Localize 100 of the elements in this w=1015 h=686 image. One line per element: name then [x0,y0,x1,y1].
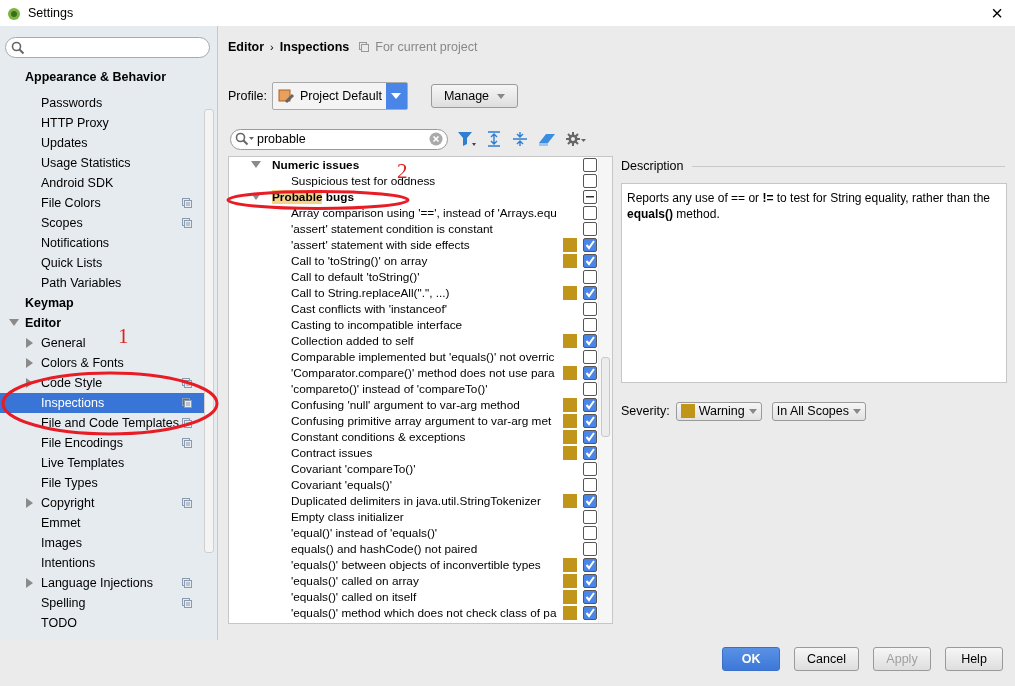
checkbox[interactable] [583,286,597,300]
tree-item[interactable]: General [41,336,86,350]
inspection-label[interactable]: Confusing primitive array argument to var-arg met [291,414,552,428]
checkbox[interactable] [583,366,597,380]
inspection-label[interactable]: Empty class initializer [291,510,404,524]
inspection-label[interactable]: 'equals()' between objects of inconvertible types [291,558,541,572]
scrollbar[interactable] [601,357,610,437]
manage-button[interactable]: Manage [430,84,519,108]
checkbox[interactable] [583,302,597,316]
checkbox[interactable] [583,382,597,396]
inspection-label[interactable]: 'equals()' called on array [291,574,419,588]
tree-item[interactable]: Notifications [41,236,110,250]
inspection-label[interactable]: 'assert' statement with side effects [291,238,470,252]
tree-item[interactable]: Android SDK [41,176,114,190]
tree-item[interactable]: Images [41,536,82,550]
inspection-label[interactable]: Casting to incompatible interface [291,318,463,332]
dialog-button[interactable]: OK [722,647,781,671]
checkbox[interactable] [583,574,597,588]
collapse-all-icon[interactable] [512,131,528,147]
profile-dropdown[interactable]: Project Default [271,82,408,110]
inspection-label[interactable]: Call to 'toString()' on array [291,254,428,268]
inspection-label[interactable]: 'equals()' called on itself [291,590,417,604]
expanded-arrow-icon[interactable] [9,318,19,328]
expand-all-icon[interactable] [486,131,502,147]
inspection-label[interactable]: Call to default 'toString()' [291,270,420,284]
filter-icon[interactable] [458,131,476,147]
inspection-label[interactable]: Array comparison using '==', instead of 'Arrays.equ [291,206,557,220]
scrollbar[interactable] [204,109,214,553]
inspection-label[interactable]: Collection added to self [291,334,414,348]
inspection-label[interactable]: Confusing 'null' argument to var-arg method [291,398,520,412]
close-button[interactable]: × [991,3,1009,23]
tree-item[interactable]: Appearance & Behavior [25,70,167,84]
dialog-button[interactable]: Cancel [794,647,859,671]
inspection-label[interactable]: 'equal()' instead of 'equals()' [291,526,438,540]
checkbox[interactable] [583,270,597,284]
tree-item[interactable]: File Encodings [41,436,123,450]
checkbox[interactable] [583,558,597,572]
tree-item[interactable]: Language Injections [41,576,153,590]
inspection-label[interactable]: 'assert' statement condition is constant [291,222,493,236]
tree-item[interactable]: Passwords [41,96,103,110]
search-field[interactable]: probable [230,128,448,150]
severity-dropdown[interactable]: Warning [675,401,762,421]
tree-item[interactable]: Path Variables [41,276,122,290]
gear-icon[interactable] [566,131,586,147]
inspection-label[interactable]: Duplicated delimiters in java.util.StringTokenizer [291,494,541,508]
tree-item[interactable]: HTTP Proxy [41,116,109,130]
inspection-label[interactable]: 'Comparator.compare()' method does not use para [291,366,555,380]
checkbox[interactable] [583,206,597,220]
inspection-label[interactable]: 'equals()' method which does not check class of pa [291,606,557,620]
inspection-label[interactable]: 'compareto()' instead of 'compareTo()' [291,382,488,396]
collapsed-arrow-icon[interactable] [25,498,35,508]
tree-item[interactable]: Scopes [41,216,83,230]
inspection-label[interactable]: Cast conflicts with 'instanceof' [291,302,447,316]
collapsed-arrow-icon[interactable] [25,578,35,588]
breadcrumb-item[interactable]: Editor [228,40,265,54]
tree-item[interactable]: File Types [41,476,98,490]
checkbox[interactable] [583,222,597,236]
tree-item[interactable]: Spelling [41,596,86,610]
checkbox[interactable] [583,606,597,620]
tree-item[interactable]: Copyright [41,496,95,510]
checkbox[interactable] [583,430,597,444]
inspection-label[interactable]: Covariant 'equals()' [291,478,392,492]
tree-item[interactable]: Keymap [25,296,74,310]
tree-item[interactable]: Quick Lists [41,256,103,270]
tree-item[interactable]: Colors & Fonts [41,356,124,370]
checkbox[interactable] [583,174,597,188]
checkbox[interactable] [583,590,597,604]
checkbox[interactable] [583,350,597,364]
tree-item[interactable]: TODO [41,616,77,630]
dialog-button[interactable]: Help [945,647,1003,671]
tree-item[interactable]: File Colors [41,196,101,210]
group-label[interactable]: Numeric issues [272,158,360,172]
checkbox[interactable] [583,414,597,428]
inspection-label[interactable]: Comparable implemented but 'equals()' not overric [291,350,555,364]
checkbox[interactable] [583,446,597,460]
checkbox[interactable] [583,526,597,540]
tree-item[interactable]: Updates [41,136,88,150]
checkbox[interactable] [583,398,597,412]
checkbox[interactable] [583,478,597,492]
inspection-label[interactable]: Contract issues [291,446,373,460]
tree-item[interactable]: Emmet [41,516,81,530]
tree-item[interactable]: File and Code Templates [41,416,180,430]
inspection-label[interactable]: Covariant 'compareTo()' [291,462,416,476]
expanded-arrow-icon[interactable] [251,161,261,169]
search-field[interactable] [5,37,210,58]
scope-dropdown[interactable]: In All Scopes [771,401,866,421]
checkbox[interactable] [583,510,597,524]
tree-item[interactable]: Usage Statistics [41,156,131,170]
expanded-arrow-icon[interactable] [251,193,261,201]
inspection-label[interactable]: Call to String.replaceAll(".", ...) [291,286,450,300]
inspection-label[interactable]: Constant conditions & exceptions [291,430,466,444]
checkbox[interactable] [583,542,597,556]
inspection-label[interactable]: equals() and hashCode() not paired [291,542,478,556]
collapsed-arrow-icon[interactable] [25,358,35,368]
checkbox[interactable] [583,158,597,172]
collapsed-arrow-icon[interactable] [25,338,35,348]
eraser-icon[interactable] [538,131,556,147]
checkbox[interactable] [583,334,597,348]
checkbox[interactable] [583,254,597,268]
checkbox[interactable] [583,462,597,476]
